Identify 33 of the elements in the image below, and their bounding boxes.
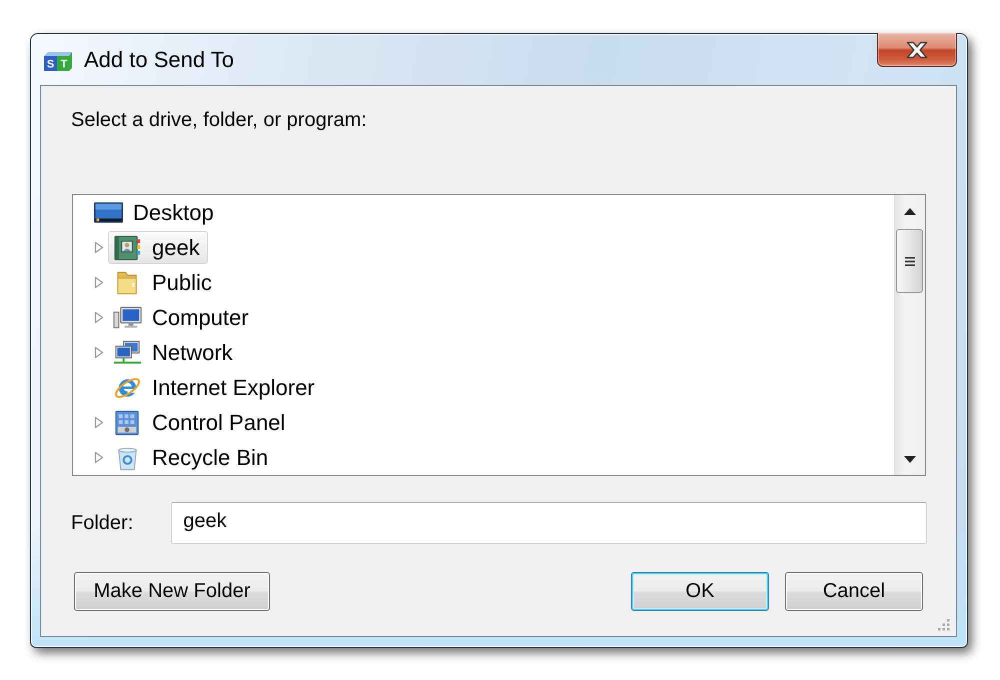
computer-icon [112, 304, 143, 330]
tree-item[interactable]: Control Panel [108, 406, 294, 439]
expander-icon[interactable] [94, 416, 104, 429]
grip-lines-icon [904, 256, 914, 266]
tree-item[interactable]: Internet Explorer [108, 371, 323, 404]
expander-icon[interactable] [94, 241, 104, 254]
tree-item[interactable]: Desktop [89, 196, 222, 229]
tree-item[interactable]: Public [108, 266, 220, 299]
make-new-folder-button[interactable]: Make New Folder [74, 572, 270, 611]
address-book-icon [112, 234, 143, 260]
expander-icon[interactable] [94, 276, 104, 289]
scroll-thumb[interactable] [896, 229, 923, 293]
expander-icon[interactable] [94, 311, 104, 324]
tree-item[interactable]: geek [108, 231, 208, 264]
scrollbar[interactable] [894, 195, 925, 475]
screen-icon [93, 200, 124, 226]
cancel-button[interactable]: Cancel [785, 572, 923, 611]
network-icon [112, 340, 143, 366]
tree-item[interactable]: Network [108, 336, 241, 369]
down-arrow-icon [904, 456, 916, 462]
resize-grip-icon[interactable] [935, 616, 950, 631]
up-arrow-icon [904, 208, 916, 214]
folder-input[interactable]: geek [171, 502, 927, 544]
close-icon [905, 40, 929, 58]
prompt-text: Select a drive, folder, or program: [71, 108, 367, 132]
ok-button[interactable]: OK [631, 572, 769, 611]
tree-item[interactable]: Computer [108, 301, 257, 334]
tree-item[interactable]: Recycle Bin [108, 441, 276, 474]
window-title: Add to Send To [84, 46, 234, 72]
folder-label: Folder: [71, 511, 134, 535]
expander-icon[interactable] [94, 451, 104, 464]
expander-icon[interactable] [94, 346, 104, 359]
close-button[interactable] [877, 33, 957, 67]
